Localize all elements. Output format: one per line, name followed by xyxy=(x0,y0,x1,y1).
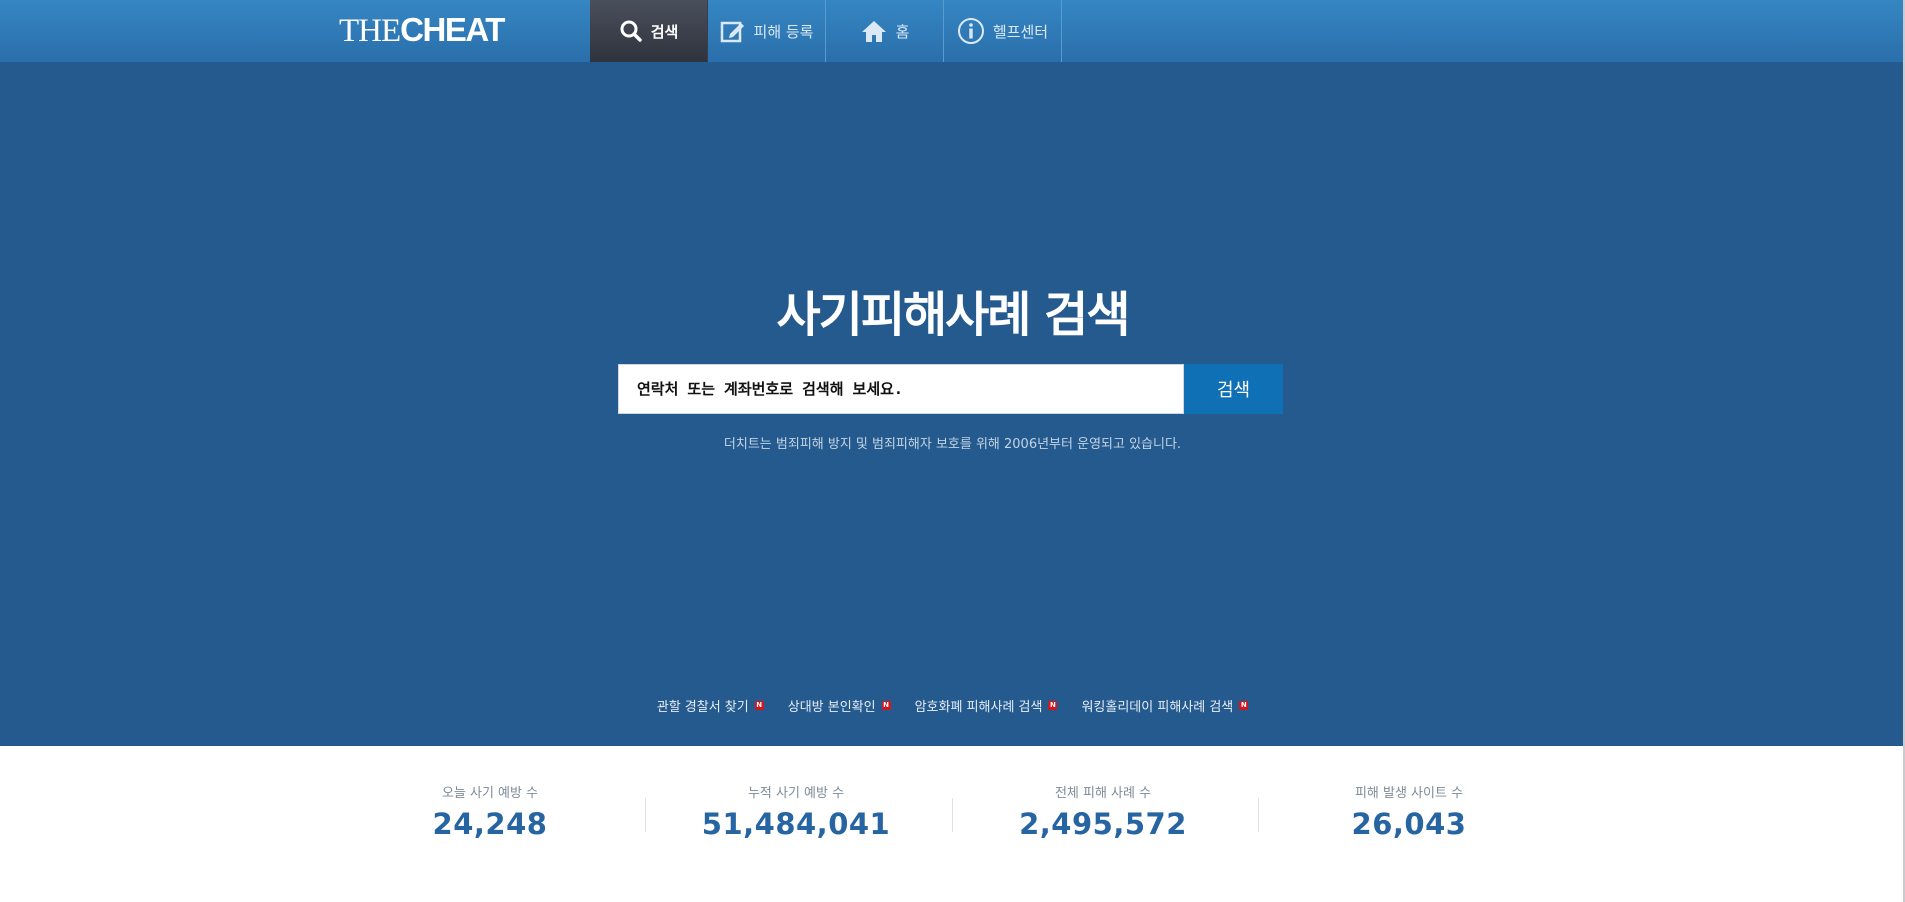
search-button[interactable]: 검색 xyxy=(1184,364,1283,414)
link-police-station[interactable]: 관할 경찰서 찾기 N xyxy=(657,696,764,715)
stat-today-prevented: 오늘 사기 예방 수 24,248 xyxy=(340,782,640,841)
search-input[interactable] xyxy=(618,364,1184,414)
stat-value: 2,495,572 xyxy=(1019,807,1187,841)
stat-label: 누적 사기 예방 수 xyxy=(747,786,845,801)
main-nav: 검색 피해 등록 홈 헬프센터 xyxy=(590,0,1062,62)
statistics-bar: 오늘 사기 예방 수 24,248 누적 사기 예방 수 51,484,041 … xyxy=(0,746,1905,902)
link-identity-check[interactable]: 상대방 본인확인 N xyxy=(788,696,891,715)
stat-total-prevented: 누적 사기 예방 수 51,484,041 xyxy=(646,782,946,841)
search-form: 검색 xyxy=(618,364,1283,414)
new-badge: N xyxy=(881,701,891,710)
search-icon xyxy=(619,19,643,43)
nav-home[interactable]: 홈 xyxy=(826,0,944,62)
nav-report[interactable]: 피해 등록 xyxy=(708,0,826,62)
info-icon xyxy=(957,17,985,45)
edit-icon xyxy=(720,18,746,44)
link-label: 상대방 본인확인 xyxy=(787,700,876,715)
stat-label: 오늘 사기 예방 수 xyxy=(441,786,539,801)
top-navigation-bar: THECHEAT 검색 피해 등록 홈 헬프센터 xyxy=(0,0,1905,63)
logo-text-cheat: CHEAT xyxy=(400,11,505,48)
stat-fraud-sites: 피해 발생 사이트 수 26,043 xyxy=(1259,782,1559,841)
nav-home-label: 홈 xyxy=(895,22,910,41)
stat-total-cases: 전체 피해 사례 수 2,495,572 xyxy=(953,782,1253,841)
link-label: 암호화폐 피해사례 검색 xyxy=(914,700,1043,715)
stat-label: 전체 피해 사례 수 xyxy=(1054,786,1152,801)
nav-helpcenter[interactable]: 헬프센터 xyxy=(944,0,1062,62)
nav-report-label: 피해 등록 xyxy=(753,22,814,41)
logo-text-the: THE xyxy=(339,13,401,49)
nav-search[interactable]: 검색 xyxy=(590,0,708,62)
hero-subtitle: 더치트는 범죄피해 방지 및 범죄피해자 보호를 위해 2006년부터 운영되고… xyxy=(723,437,1182,452)
nav-helpcenter-label: 헬프센터 xyxy=(992,22,1049,41)
stat-value: 26,043 xyxy=(1351,807,1467,841)
new-badge: N xyxy=(1048,701,1058,710)
home-icon xyxy=(860,19,888,43)
page-title: 사기피해사례 검색 xyxy=(776,287,1131,343)
new-badge: N xyxy=(754,701,764,710)
link-label: 관할 경찰서 찾기 xyxy=(656,700,749,715)
hero-search-section: 사기피해사례 검색 검색 더치트는 범죄피해 방지 및 범죄피해자 보호를 위해… xyxy=(0,63,1905,746)
nav-search-label: 검색 xyxy=(650,22,679,41)
link-label: 워킹홀리데이 피해사례 검색 xyxy=(1081,700,1234,715)
link-working-holiday-search[interactable]: 워킹홀리데이 피해사례 검색 N xyxy=(1081,696,1249,715)
stat-label: 피해 발생 사이트 수 xyxy=(1354,786,1464,801)
quick-links: 관할 경찰서 찾기 N 상대방 본인확인 N 암호화폐 피해사례 검색 N 워킹… xyxy=(0,696,1905,715)
thecheat-logo[interactable]: THECHEAT xyxy=(339,10,505,50)
link-crypto-search[interactable]: 암호화폐 피해사례 검색 N xyxy=(915,696,1058,715)
stat-value: 24,248 xyxy=(432,807,548,841)
new-badge: N xyxy=(1239,701,1249,710)
stat-value: 51,484,041 xyxy=(701,807,891,841)
